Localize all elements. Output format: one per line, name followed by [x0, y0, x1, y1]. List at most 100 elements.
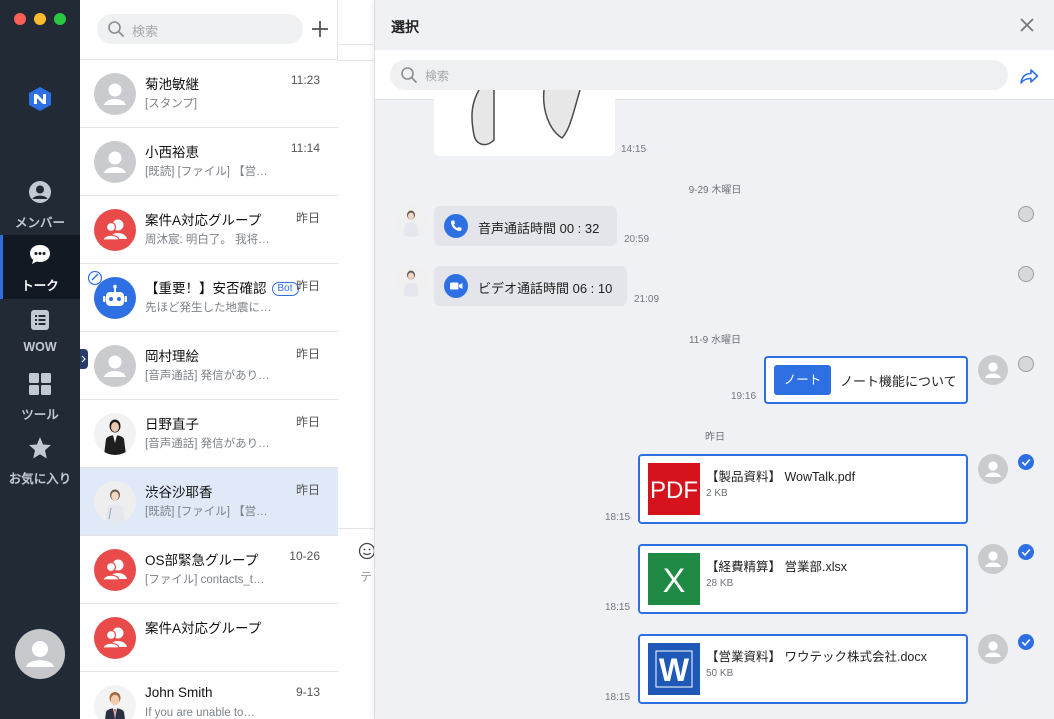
select-checkbox[interactable]	[1018, 266, 1034, 282]
chat-name: 小西裕恵	[145, 145, 199, 160]
chat-name-text: 【重要！】安否確認	[145, 281, 267, 296]
sticker-message[interactable]	[434, 90, 615, 156]
default-avatar-icon	[985, 461, 1001, 477]
divider	[338, 60, 378, 61]
excel-file-icon: X	[648, 553, 700, 605]
message-time: 18:15	[605, 692, 631, 703]
group-icon	[102, 219, 127, 241]
person-icon	[29, 181, 51, 203]
chat-name: 日野直子	[145, 417, 199, 432]
chat-time: 昨日	[295, 415, 320, 429]
chat-row[interactable]: 岡村理絵 昨日 [音声通話] 発信があり…	[80, 332, 338, 400]
nav-members-label: メンバー	[14, 216, 65, 230]
chat-row[interactable]: 菊池敏継 11:23 [スタンプ]	[80, 60, 338, 128]
panel-search-input[interactable]: 検索	[390, 60, 1008, 90]
chat-row[interactable]: 小西裕恵 11:14 [既読] [ファイル] 【営…	[80, 128, 338, 196]
chat-time: 昨日	[295, 211, 320, 225]
chat-name: 案件A対応グループ	[145, 621, 262, 636]
chat-search-input[interactable]: 検索	[97, 14, 303, 44]
chat-preview: [既読] [ファイル] 【営…	[145, 166, 268, 178]
chat-row[interactable]: 案件A対応グループ	[80, 604, 338, 672]
panel-title: 選択	[391, 19, 419, 35]
nav-wow-label: WOW	[23, 340, 57, 354]
close-icon[interactable]	[1016, 14, 1038, 36]
file-size: 50 KB	[706, 668, 734, 679]
chat-row[interactable]: 日野直子 昨日 [音声通話] 発信があり…	[80, 400, 338, 468]
window-zoom-dot[interactable]	[54, 13, 66, 25]
word-icon-label: W	[659, 652, 690, 688]
person-photo-icon	[403, 210, 419, 237]
message-time: 21:09	[634, 294, 660, 305]
divider	[338, 44, 378, 45]
voice-call-message[interactable]: 音声通話時間 00 : 32	[434, 206, 617, 246]
bot-avatar	[88, 271, 136, 319]
file-message[interactable]: W 【営業資料】 ワウテック株式会社.docx 50 KB	[638, 634, 968, 704]
chat-row-selected[interactable]: 渋谷沙耶香 昨日 [既読] [ファイル] 【営…	[80, 468, 338, 536]
panel-header: 選択	[375, 0, 1054, 50]
file-message[interactable]: X 【経費精算】 営業部.xlsx 28 KB	[638, 544, 968, 614]
chat-row[interactable]: 【重要！】安否確認 Bot 昨日 先ほど発生した地震に…	[80, 264, 338, 332]
window-close-dot[interactable]	[14, 13, 26, 25]
file-name: 【経費精算】 営業部.xlsx	[706, 560, 847, 574]
default-avatar-icon	[104, 355, 126, 377]
forward-icon[interactable]	[1018, 65, 1040, 87]
add-icon[interactable]	[308, 17, 332, 41]
chat-time: 10-26	[289, 549, 320, 563]
checkmark-icon	[1021, 458, 1031, 467]
select-checkbox[interactable]	[1018, 356, 1034, 372]
photo-avatar	[94, 481, 136, 523]
nav-talk[interactable]: トーク	[0, 235, 80, 299]
collapse-list-handle[interactable]	[80, 349, 88, 369]
nav-wow[interactable]: WOW	[0, 300, 80, 364]
message-time: 14:15	[621, 144, 647, 155]
chat-list-header: 検索	[80, 0, 338, 60]
call-duration-text: 音声通話時間 00 : 32	[478, 221, 600, 236]
person-photo-icon	[104, 419, 126, 455]
select-checkbox[interactable]	[1018, 206, 1034, 222]
chat-name: John Smith	[145, 685, 213, 700]
note-message[interactable]: ノート ノート機能について	[764, 356, 968, 404]
video-camera-icon	[450, 282, 463, 290]
my-avatar	[978, 454, 1008, 484]
divider	[338, 528, 378, 529]
chat-row[interactable]: 案件A対応グループ 昨日 周沐宸: 明白了。 我将…	[80, 196, 338, 264]
word-file-icon: W	[648, 643, 700, 695]
select-checkbox-checked[interactable]	[1018, 634, 1034, 650]
photo-avatar	[94, 685, 136, 719]
select-checkbox-checked[interactable]	[1018, 544, 1034, 560]
my-avatar	[978, 355, 1008, 385]
chat-name: OS部緊急グループ	[145, 553, 259, 568]
date-separator: 11-9 水曜日	[688, 335, 742, 346]
chat-name: 菊池敏継	[145, 77, 199, 92]
message-time: 20:59	[624, 234, 650, 245]
select-checkbox-checked[interactable]	[1018, 454, 1034, 470]
phone-icon-circle	[444, 214, 468, 238]
avatar	[94, 345, 136, 387]
nav-favorites[interactable]: お気に入り	[0, 428, 80, 492]
star-icon	[29, 437, 51, 459]
chat-time: 11:14	[290, 141, 320, 155]
bot-badge: Bot	[271, 282, 299, 296]
video-call-message[interactable]: ビデオ通話時間 06 : 10	[434, 266, 627, 306]
app-sidebar: メンバー トーク WOW ツール お気に入り	[0, 0, 80, 719]
file-message[interactable]: PDF 【製品資料】 WowTalk.pdf 2 KB	[638, 454, 968, 524]
window-minimize-dot[interactable]	[34, 13, 46, 25]
chat-time: 昨日	[295, 347, 320, 361]
nav-members[interactable]: メンバー	[0, 172, 80, 236]
chat-row[interactable]: OS部緊急グループ 10-26 [ファイル] contacts_t…	[80, 536, 338, 604]
nav-tools[interactable]: ツール	[0, 364, 80, 428]
file-size: 2 KB	[706, 488, 728, 499]
message-time: 19:16	[731, 391, 757, 402]
default-avatar-icon	[104, 83, 126, 105]
group-avatar	[94, 549, 136, 591]
my-avatar[interactable]	[15, 629, 65, 679]
file-name: 【営業資料】 ワウテック株式会社.docx	[706, 650, 927, 664]
chat-row[interactable]: John Smith 9-13 If you are unable to…	[80, 672, 338, 719]
note-tag-button[interactable]: ノート	[774, 365, 831, 395]
mute-badge-icon	[88, 271, 102, 285]
nav-tools-label: ツール	[21, 408, 59, 422]
my-avatar	[978, 544, 1008, 574]
checkmark-icon	[1021, 638, 1031, 647]
app-logo-icon	[29, 87, 51, 111]
chat-name: 渋谷沙耶香	[145, 485, 213, 500]
